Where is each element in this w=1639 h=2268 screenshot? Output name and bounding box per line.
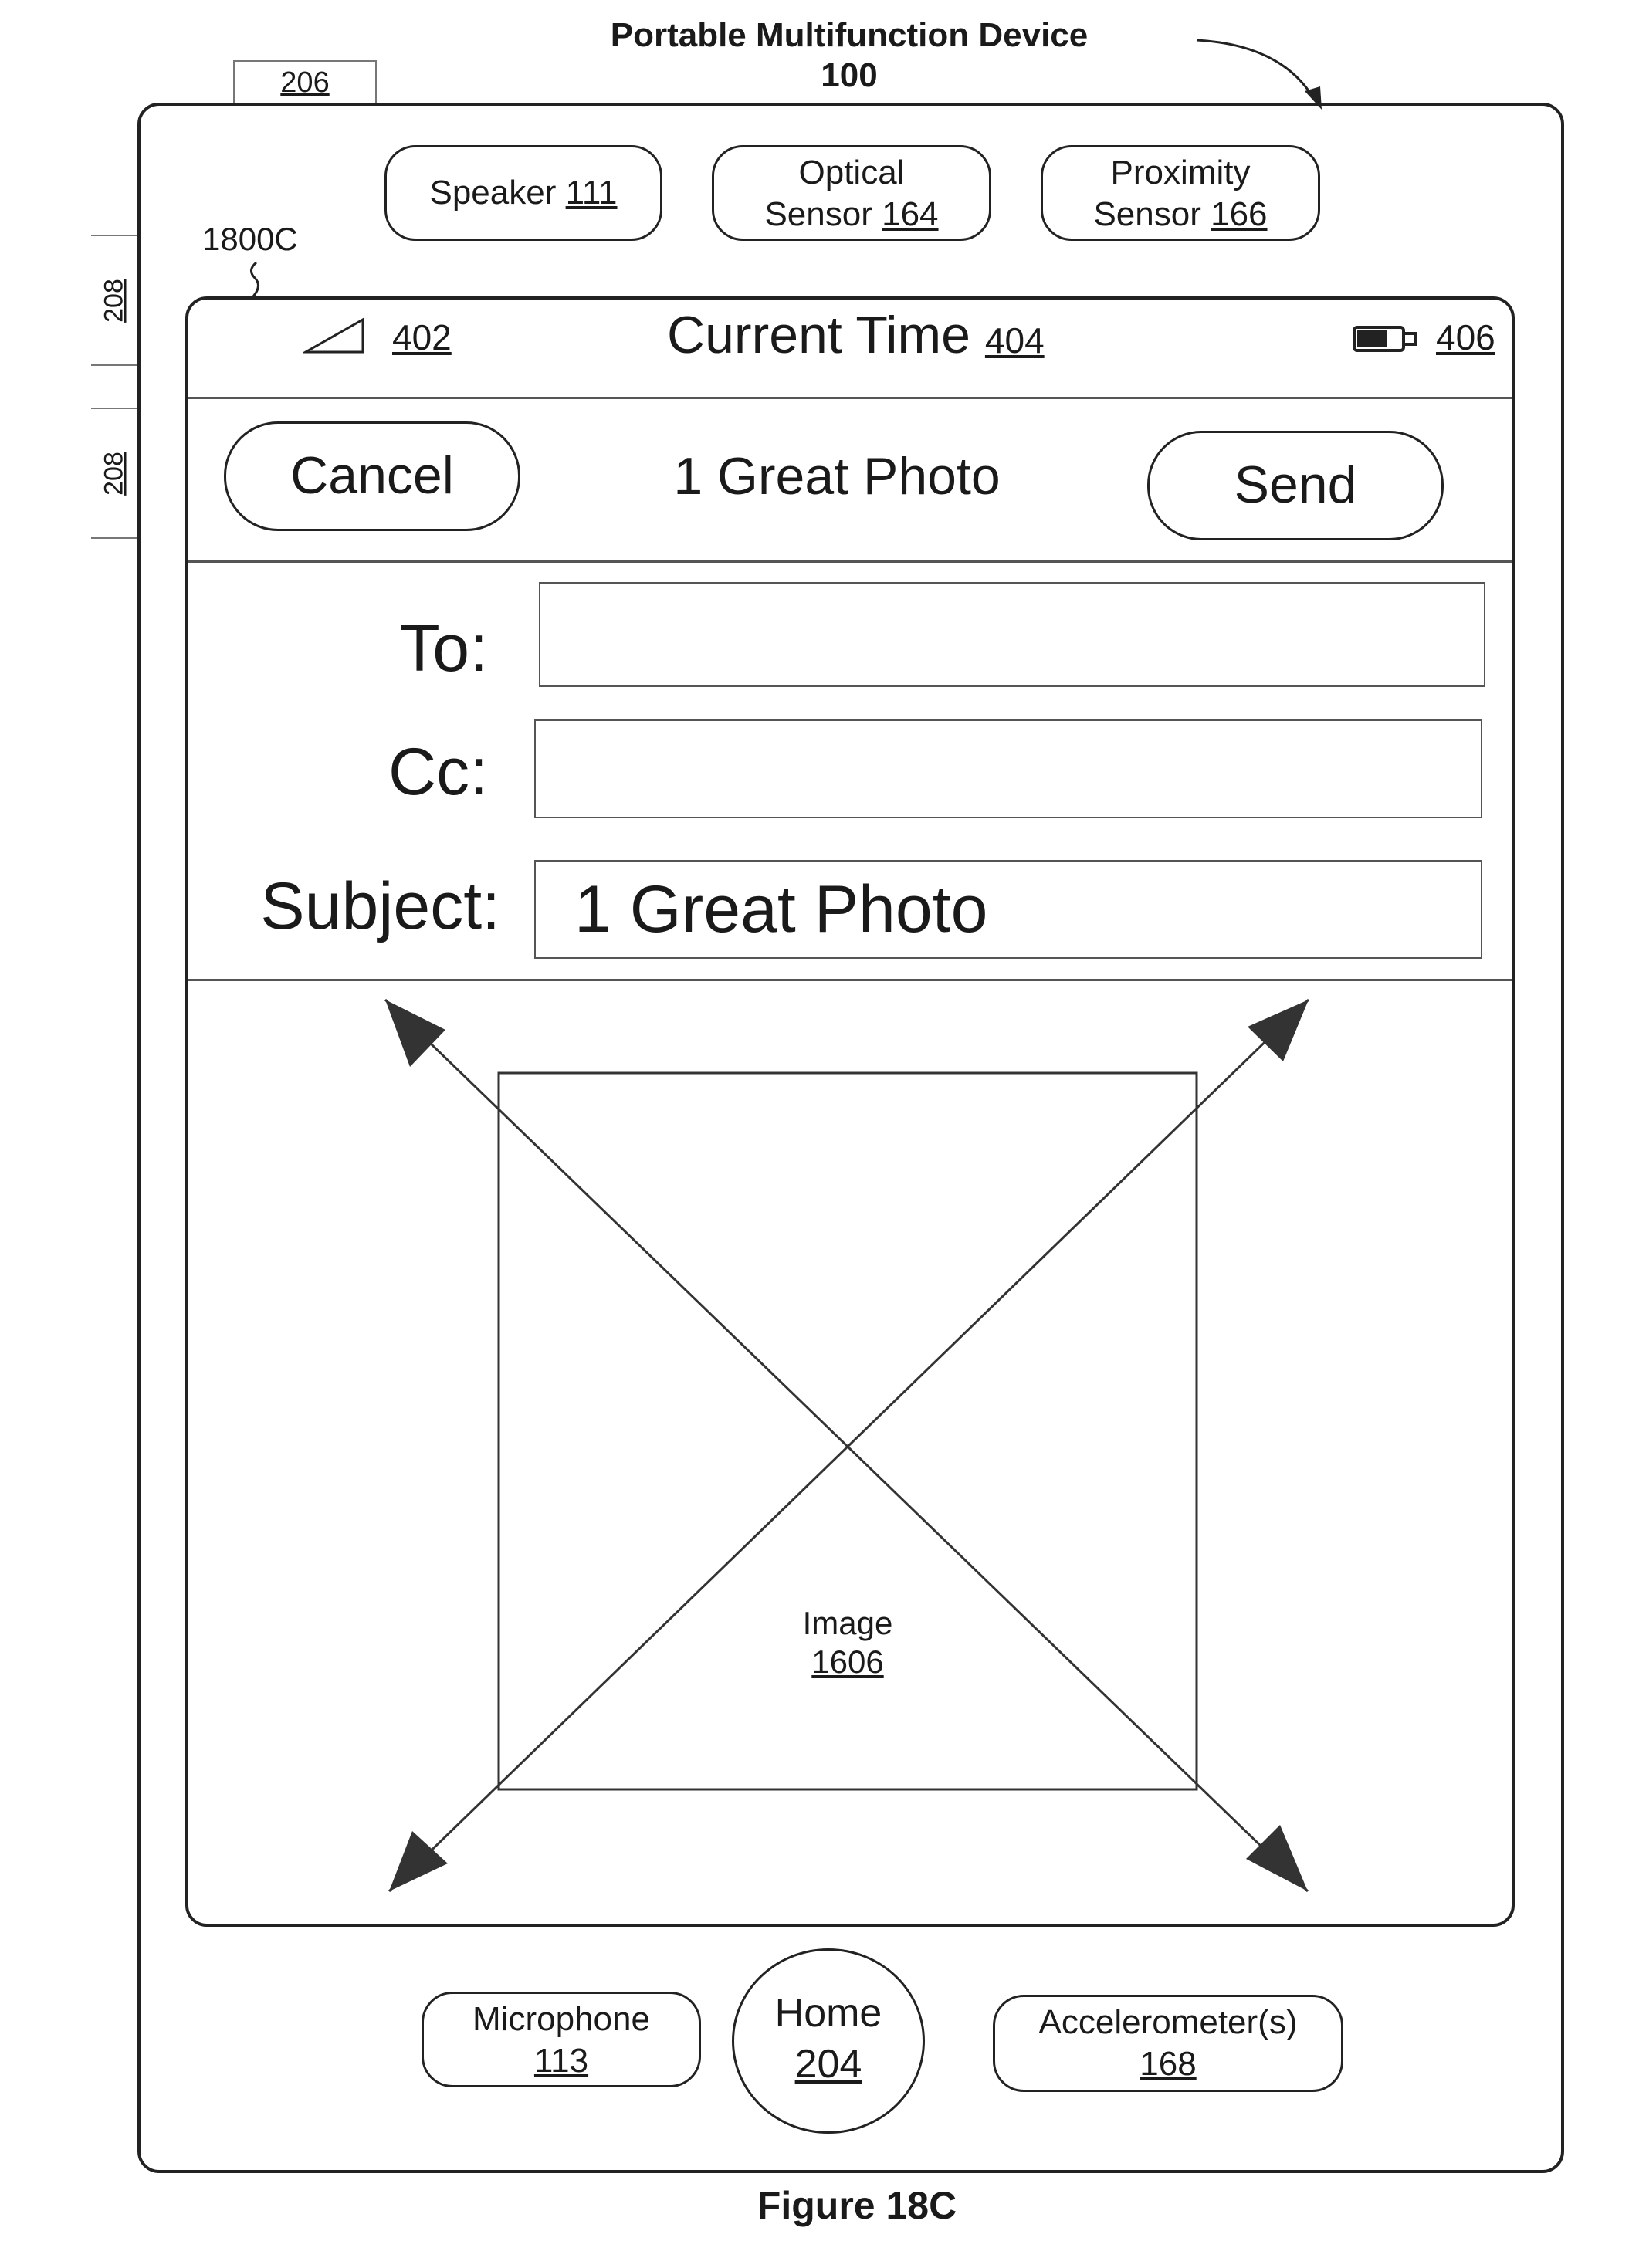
- image-resize-graphic[interactable]: [188, 982, 1512, 1924]
- microphone-label: Microphone: [424, 1999, 699, 2040]
- home-button[interactable]: Home 204: [732, 1948, 925, 2134]
- arrowhead-top-right-icon[interactable]: [1248, 1000, 1309, 1061]
- volume-button-ref-2: 208: [100, 420, 130, 528]
- image-caption: Image 1606: [770, 1604, 925, 1681]
- subject-label: Subject:: [204, 868, 500, 945]
- to-field[interactable]: [539, 582, 1485, 687]
- accelerometer-label: Accelerometer(s): [995, 2002, 1341, 2043]
- top-button-tab: 206: [233, 60, 377, 103]
- proximity-sensor-line1: Proximity: [1043, 152, 1318, 194]
- home-label: Home: [734, 1988, 923, 2039]
- top-button-ref: 206: [280, 66, 329, 99]
- accelerometer-box: Accelerometer(s) 168: [993, 1995, 1343, 2092]
- proximity-sensor-line2: Sensor: [1093, 195, 1200, 233]
- send-button[interactable]: Send: [1147, 431, 1444, 540]
- figure-title-ref: 100: [510, 56, 1189, 96]
- compose-title: 1 Great Photo: [605, 446, 1068, 506]
- to-label: To:: [204, 610, 488, 687]
- battery-icon: [1351, 323, 1422, 354]
- image-label: Image: [770, 1604, 925, 1643]
- microphone-box: Microphone 113: [422, 1992, 701, 2087]
- device-pointer-arrow: [1189, 23, 1328, 116]
- optical-sensor-box: Optical Sensor 164: [712, 145, 991, 241]
- volume-button-tab-1: 208: [91, 235, 139, 366]
- optical-sensor-line1: Optical: [714, 152, 989, 194]
- subject-field[interactable]: 1 Great Photo: [534, 860, 1482, 959]
- proximity-sensor-ref: 166: [1211, 195, 1267, 233]
- arrowhead-bottom-left-icon[interactable]: [389, 1831, 448, 1891]
- speaker-box: Speaker 111: [384, 145, 662, 241]
- figure-title: Portable Multifunction Device 100: [510, 15, 1189, 96]
- arrowhead-bottom-right-icon[interactable]: [1246, 1825, 1308, 1891]
- screen-ref-label: 1800C: [202, 221, 298, 258]
- speaker-ref: 111: [566, 174, 618, 212]
- home-ref: 204: [734, 2039, 923, 2090]
- image-ref: 1606: [770, 1643, 925, 1681]
- status-time-ref: 404: [985, 320, 1045, 361]
- accelerometer-ref: 168: [995, 2043, 1341, 2085]
- nav-divider: [188, 560, 1512, 563]
- status-time: Current Time 404: [667, 304, 1045, 371]
- form-divider: [188, 979, 1512, 981]
- screen: 402 Current Time 404 406 Cancel 1 Great …: [185, 296, 1515, 1927]
- optical-sensor-ref: 164: [882, 195, 938, 233]
- figure-caption: Figure 18C: [587, 2183, 1127, 2228]
- signal-strength-icon: [303, 317, 367, 355]
- speaker-label: Speaker: [429, 174, 556, 212]
- proximity-sensor-box: Proximity Sensor 166: [1041, 145, 1320, 241]
- cancel-button[interactable]: Cancel: [224, 421, 520, 531]
- arrowhead-top-left-icon[interactable]: [385, 1000, 445, 1067]
- status-time-label: Current Time: [667, 306, 970, 364]
- optical-sensor-line2: Sensor: [764, 195, 872, 233]
- signal-ref: 402: [392, 317, 452, 358]
- microphone-ref: 113: [424, 2040, 699, 2082]
- battery-ref: 406: [1436, 317, 1495, 358]
- subject-field-value: 1 Great Photo: [574, 872, 987, 946]
- status-divider: [188, 397, 1512, 399]
- volume-button-tab-2: 208: [91, 408, 139, 539]
- screen-ref-leader: [244, 261, 267, 300]
- cc-label: Cc:: [204, 733, 488, 811]
- volume-button-ref-1: 208: [100, 247, 130, 355]
- cc-field[interactable]: [534, 719, 1482, 818]
- figure-title-text: Portable Multifunction Device: [510, 15, 1189, 56]
